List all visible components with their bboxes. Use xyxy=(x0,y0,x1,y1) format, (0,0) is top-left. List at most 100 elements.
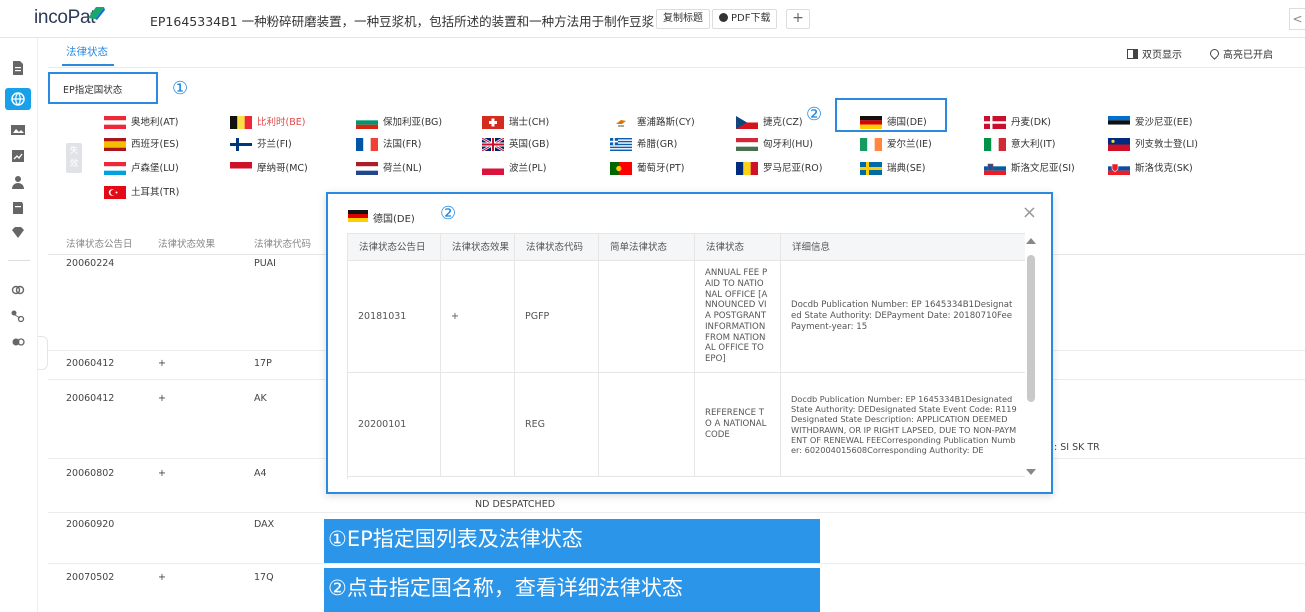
popup-row2-date: 20200101 xyxy=(348,373,441,477)
popup-row1-effect: + xyxy=(441,261,515,373)
country-name: 瑞士(CH) xyxy=(509,117,550,128)
germany-flag-icon xyxy=(348,210,368,222)
app-root: incoPat EP1645334B1 一种粉碎研磨装置，一种豆浆机，包括所述的… xyxy=(0,0,1305,612)
incopat-logo[interactable]: incoPat xyxy=(34,7,105,29)
popup-row1-date: 20181031 xyxy=(348,261,441,373)
country-name: 匈牙利(HU) xyxy=(763,139,814,150)
popup-scrollbar[interactable] xyxy=(1025,233,1038,479)
logo-mark-icon xyxy=(88,7,105,20)
country-item-hu[interactable]: 匈牙利(HU) xyxy=(736,136,813,151)
fi-flag-icon xyxy=(230,138,252,151)
bg-row-code: AK xyxy=(254,393,267,404)
country-item-tr[interactable]: 土耳其(TR) xyxy=(104,184,179,199)
country-item-bg[interactable]: 保加利亚(BG) xyxy=(356,114,442,129)
scroll-down-icon[interactable] xyxy=(1026,469,1036,475)
country-item-be[interactable]: 比利时(BE) xyxy=(230,114,305,129)
bg-row-effect: + xyxy=(158,393,166,404)
country-item-se[interactable]: 瑞典(SE) xyxy=(860,160,925,175)
popup-row1-code: PGFP xyxy=(515,261,599,373)
popup-row1-status: ANNUAL FEE PAID TO NATIONAL OFFICE [ANNO… xyxy=(695,261,781,373)
country-name: 塞浦路斯(CY) xyxy=(637,117,695,128)
country-name: 卢森堡(LU) xyxy=(131,163,179,174)
country-item-fi[interactable]: 芬兰(FI) xyxy=(230,136,292,151)
popup-row2-effect xyxy=(441,373,515,477)
pdf-download-label: PDF下载 xyxy=(731,13,771,24)
country-item-ch[interactable]: 瑞士(CH) xyxy=(482,114,549,129)
country-item-gr[interactable]: 希腊(GR) xyxy=(610,136,677,151)
bg-row-date: 20060412 xyxy=(66,358,115,369)
country-item-at[interactable]: 奥地利(AT) xyxy=(104,114,178,129)
pdf-download-button[interactable]: PDF下载 xyxy=(712,9,778,29)
scroll-thumb[interactable] xyxy=(1027,255,1035,402)
bg-row-code: 17P xyxy=(254,358,272,369)
bg-row-date: 20060920 xyxy=(66,519,115,530)
country-name: 芬兰(FI) xyxy=(257,139,292,150)
compare-icon[interactable] xyxy=(10,282,26,298)
country-item-lu[interactable]: 卢森堡(LU) xyxy=(104,160,179,175)
country-item-de[interactable]: 德国(DE) xyxy=(860,114,927,129)
link-nodes-icon[interactable] xyxy=(10,308,26,324)
bg-row-effect: + xyxy=(158,358,166,369)
country-item-li[interactable]: 列支敦士登(LI) xyxy=(1108,136,1198,151)
hu-flag-icon xyxy=(736,138,758,151)
country-item-ie[interactable]: 爱尔兰(IE) xyxy=(860,136,932,151)
caption-banner-2: ②点击指定国名称，查看详细法律状态 xyxy=(324,568,820,612)
bg-header-code: 法律状态代码 xyxy=(254,239,312,250)
diamond-icon[interactable] xyxy=(10,225,26,241)
image-icon[interactable] xyxy=(10,122,26,138)
country-item-gb[interactable]: 英国(GB) xyxy=(482,136,549,151)
legal-status-nav-icon[interactable] xyxy=(5,88,31,110)
country-item-nl[interactable]: 荷兰(NL) xyxy=(356,160,422,175)
country-item-pt[interactable]: 葡萄牙(PT) xyxy=(610,160,684,175)
country-name: 捷克(CZ) xyxy=(763,117,803,128)
bg-fragment-countries: : SI SK TR xyxy=(1054,442,1100,453)
toggle-icon[interactable] xyxy=(10,334,26,350)
person-icon[interactable] xyxy=(10,174,26,190)
bg-row-date: 20060802 xyxy=(66,468,115,479)
country-item-si[interactable]: 斯洛文尼亚(SI) xyxy=(984,160,1075,175)
copy-title-button[interactable]: 复制标题 xyxy=(656,9,710,29)
annotation-marker-2: ② xyxy=(806,104,823,125)
scroll-up-icon[interactable] xyxy=(1026,238,1036,244)
mc-flag-icon xyxy=(230,162,252,175)
highlight-toggle[interactable]: 高亮已开启 xyxy=(1208,46,1273,61)
active-tab-indicator xyxy=(62,64,114,66)
cz-flag-icon xyxy=(736,116,758,129)
close-icon[interactable]: × xyxy=(1022,204,1037,222)
nl-flag-icon xyxy=(356,162,378,175)
country-item-sk[interactable]: 斯洛伐克(SK) xyxy=(1108,160,1193,175)
document-title: EP1645334B1 一种粉碎研磨装置，一种豆浆机，包括所述的装置和一种方法用… xyxy=(150,14,655,29)
country-item-cy[interactable]: 塞浦路斯(CY) xyxy=(610,114,695,129)
country-item-mc[interactable]: 摩纳哥(MC) xyxy=(230,160,308,175)
bg-fragment-despatched: ND DESPATCHED xyxy=(475,499,556,510)
country-item-dk[interactable]: 丹麦(DK) xyxy=(984,114,1051,129)
bg-row-code: 17Q xyxy=(254,572,274,583)
country-item-cz[interactable]: 捷克(CZ) xyxy=(736,114,803,129)
chart-icon[interactable] xyxy=(10,148,26,164)
book-icon[interactable] xyxy=(10,200,26,216)
country-item-pl[interactable]: 波兰(PL) xyxy=(482,160,546,175)
country-item-ee[interactable]: 爱沙尼亚(EE) xyxy=(1108,114,1192,129)
annotation-marker-1: ① xyxy=(172,78,189,99)
country-item-es[interactable]: 西班牙(ES) xyxy=(104,136,179,151)
country-name: 斯洛文尼亚(SI) xyxy=(1011,163,1075,174)
country-item-fr[interactable]: 法国(FR) xyxy=(356,136,421,151)
popup-row2-detail: Docdb Publication Number: EP 1645334B1De… xyxy=(781,373,1027,477)
rail-expand-handle[interactable] xyxy=(38,336,48,370)
popup-row2-code: REG xyxy=(515,373,599,477)
popup-header-date: 法律状态公告日 xyxy=(348,234,441,261)
popup-header-status: 法律状态 xyxy=(695,234,781,261)
popup-marker-2: ② xyxy=(440,203,457,224)
country-name: 爱沙尼亚(EE) xyxy=(1135,117,1193,128)
tr-flag-icon xyxy=(104,186,126,199)
country-item-it[interactable]: 意大利(IT) xyxy=(984,136,1056,151)
popup-header-detail: 详细信息 xyxy=(781,234,1027,261)
add-tab-button[interactable]: + xyxy=(786,9,810,29)
country-name: 爱尔兰(IE) xyxy=(887,139,932,150)
dk-flag-icon xyxy=(984,116,1006,129)
tab-legal-status[interactable]: 法律状态 xyxy=(66,44,108,59)
country-item-ro[interactable]: 罗马尼亚(RO) xyxy=(736,160,823,175)
document-icon[interactable] xyxy=(10,60,26,76)
dual-page-toggle[interactable]: 双页显示 xyxy=(1127,46,1182,61)
collapse-panel-button[interactable]: < xyxy=(1289,8,1305,30)
